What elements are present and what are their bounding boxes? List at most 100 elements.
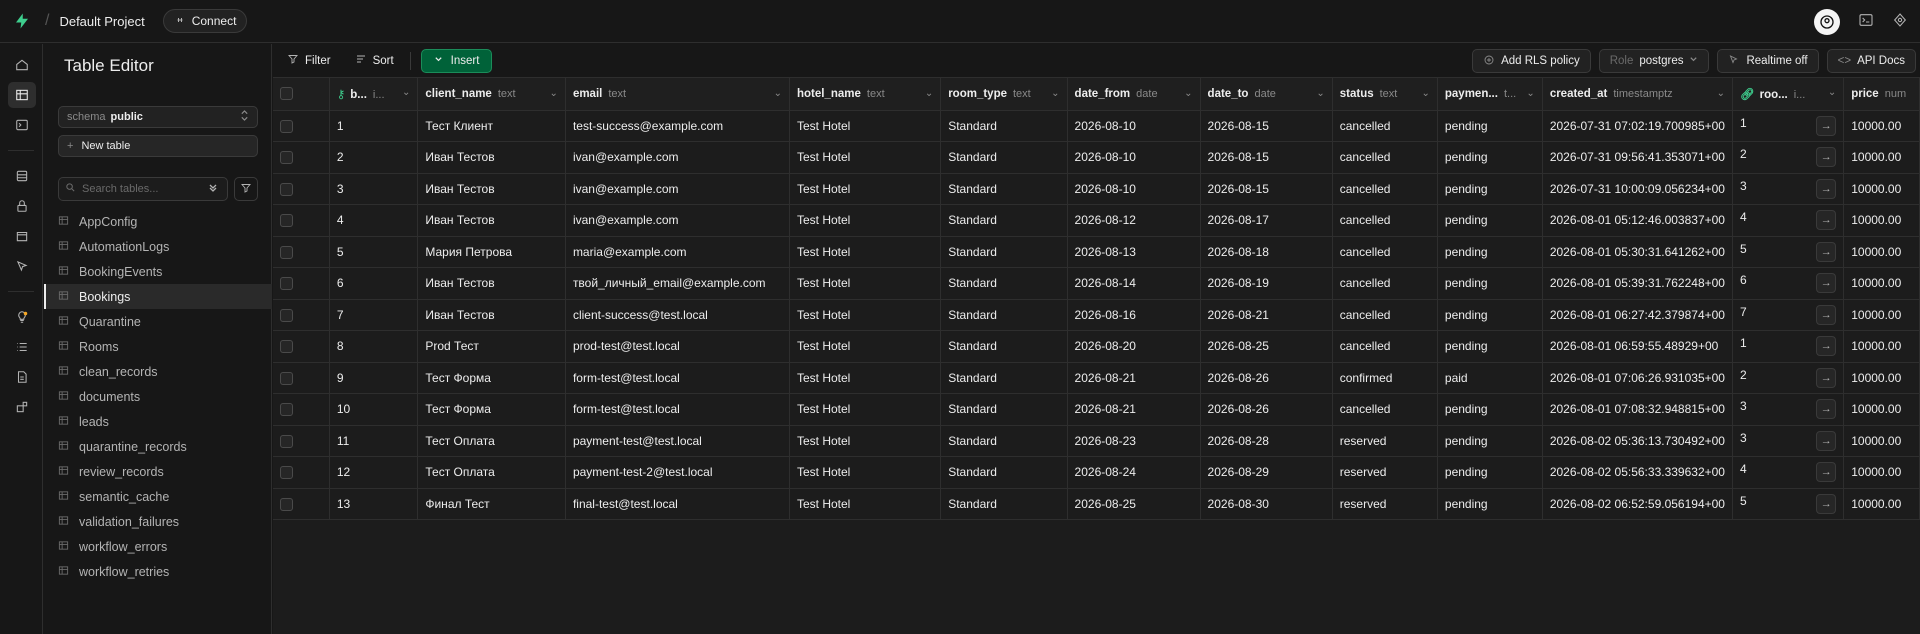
table-cell[interactable]: 10000.00	[1843, 393, 1920, 426]
table-cell[interactable]: 3 →	[1732, 173, 1845, 205]
table-cell[interactable]: 2026-08-12	[1067, 204, 1201, 237]
table-cell[interactable]: 3 →	[1732, 393, 1845, 426]
table-cell[interactable]: 2026-08-24	[1067, 456, 1201, 489]
table-cell[interactable]: Standard	[940, 110, 1068, 142]
table-cell[interactable]: 2026-08-21	[1067, 393, 1201, 426]
table-cell[interactable]: 2026-08-01 05:39:31.762248+00	[1542, 267, 1733, 300]
table-cell[interactable]: Standard	[940, 204, 1068, 237]
row-checkbox[interactable]	[280, 182, 293, 196]
table-cell[interactable]: 10000.00	[1843, 110, 1920, 142]
project-name[interactable]: Default Project	[59, 14, 144, 29]
table-cell[interactable]: Standard	[940, 330, 1068, 363]
table-cell[interactable]: payment-test@test.local	[565, 425, 790, 457]
table-cell[interactable]: 6 →	[1732, 267, 1845, 300]
table-cell[interactable]: ivan@example.com	[565, 204, 790, 237]
table-cell[interactable]: 2026-08-25	[1067, 488, 1201, 520]
connect-button[interactable]: Connect	[162, 9, 248, 33]
table-cell[interactable]: 2026-08-01 06:59:55.48929+00	[1542, 330, 1733, 363]
sidebar-table-item[interactable]: review_records	[44, 459, 272, 484]
arrow-right-icon[interactable]: →	[1816, 493, 1837, 514]
new-table-button[interactable]: + New table	[58, 135, 258, 157]
table-cell[interactable]: pending	[1437, 299, 1543, 331]
table-cell[interactable]: 2026-08-02 06:52:59.056194+00	[1542, 488, 1733, 520]
filter-tables-button[interactable]	[234, 177, 258, 201]
row-checkbox[interactable]	[280, 466, 293, 480]
row-checkbox-cell[interactable]	[273, 330, 330, 363]
sidebar-table-item[interactable]: leads	[44, 409, 272, 434]
column-header[interactable]: hotel_name text ⌄	[789, 78, 942, 111]
table-cell[interactable]: 2026-08-26	[1200, 393, 1333, 426]
arrow-right-icon[interactable]: →	[1816, 399, 1837, 420]
table-cell[interactable]: 2026-07-31 07:02:19.700985+00	[1542, 110, 1733, 142]
filter-button[interactable]: Filter	[277, 49, 341, 73]
table-cell[interactable]: pending	[1437, 488, 1543, 520]
table-cell[interactable]: 2026-08-01 05:30:31.641262+00	[1542, 236, 1733, 268]
table-cell[interactable]: 2026-08-01 05:12:46.003837+00	[1542, 204, 1733, 237]
table-cell[interactable]: Standard	[940, 141, 1068, 174]
table-row[interactable]: 12 Тест Оплата payment-test-2@test.local Te…	[273, 456, 1920, 489]
row-checkbox-cell[interactable]	[273, 267, 330, 300]
table-cell[interactable]: pending	[1437, 110, 1543, 142]
table-cell[interactable]: Тест Форма	[417, 362, 566, 394]
table-cell[interactable]: 2026-08-15	[1200, 173, 1333, 205]
row-checkbox[interactable]	[280, 497, 293, 511]
table-cell[interactable]: cancelled	[1332, 330, 1438, 363]
table-row[interactable]: 1 Тест Клиент test-success@example.com Test…	[273, 110, 1920, 142]
table-cell[interactable]: Standard	[940, 488, 1068, 520]
table-cell[interactable]: 2	[329, 141, 419, 174]
table-cell[interactable]: 2026-08-01 06:27:42.379874+00	[1542, 299, 1733, 331]
table-cell[interactable]: Иван Тестов	[417, 204, 566, 237]
arrow-right-icon[interactable]: →	[1816, 147, 1837, 168]
table-cell[interactable]: Standard	[940, 267, 1068, 300]
row-checkbox-cell[interactable]	[273, 236, 330, 268]
api-docs-icon[interactable]	[0, 362, 43, 392]
table-cell[interactable]: 2026-08-10	[1067, 110, 1201, 142]
database-icon[interactable]	[0, 161, 43, 191]
column-header[interactable]: room_type text ⌄	[940, 78, 1068, 111]
column-header[interactable]: date_from date ⌄	[1067, 78, 1201, 111]
column-header[interactable]: client_name text ⌄	[417, 78, 566, 111]
table-cell[interactable]: 2026-08-02 05:56:33.339632+00	[1542, 456, 1733, 489]
table-row[interactable]: 3 Иван Тестов ivan@example.com Test Hotel St…	[273, 173, 1920, 205]
row-checkbox-cell[interactable]	[273, 204, 330, 237]
table-cell[interactable]: Standard	[940, 393, 1068, 426]
table-cell[interactable]: 2026-08-14	[1067, 267, 1201, 300]
table-cell[interactable]: confirmed	[1332, 362, 1438, 394]
table-cell[interactable]: 10000.00	[1843, 141, 1920, 174]
column-header[interactable]: date_to date ⌄	[1200, 78, 1333, 111]
select-all-checkbox[interactable]	[280, 87, 293, 101]
table-cell[interactable]: Test Hotel	[789, 173, 942, 205]
table-row[interactable]: 6 Иван Тестов твой_личный_email@example.co…	[273, 267, 1920, 300]
lock-icon[interactable]	[0, 191, 43, 221]
table-cell[interactable]: Standard	[940, 299, 1068, 331]
chevron-down-icon[interactable]: ⌄	[1828, 87, 1836, 98]
table-cell[interactable]: Тест Оплата	[417, 425, 566, 457]
column-header[interactable]: created_at timestamptz ⌄	[1542, 78, 1733, 111]
table-cell[interactable]: pending	[1437, 425, 1543, 457]
table-cell[interactable]: Test Hotel	[789, 141, 942, 174]
table-row[interactable]: 11 Тест Оплата payment-test@test.local Test…	[273, 425, 1920, 457]
table-cell[interactable]: 2026-08-13	[1067, 236, 1201, 268]
sort-button[interactable]: Sort	[345, 49, 404, 73]
table-cell[interactable]: pending	[1437, 456, 1543, 489]
chevron-down-icon[interactable]: ⌄	[1184, 88, 1192, 99]
table-cell[interactable]: 2026-08-30	[1200, 488, 1333, 520]
table-cell[interactable]: Иван Тестов	[417, 299, 566, 331]
role-select[interactable]: Role postgres	[1598, 49, 1710, 73]
table-cell[interactable]: 2 →	[1732, 362, 1845, 394]
table-cell[interactable]: 2026-07-31 10:00:09.056234+00	[1542, 173, 1733, 205]
table-cell[interactable]: 2026-08-10	[1067, 141, 1201, 174]
schema-select[interactable]: schema public	[58, 106, 258, 128]
insert-button[interactable]: Insert	[420, 48, 493, 73]
table-cell[interactable]: 2026-08-16	[1067, 299, 1201, 331]
sidebar-table-item[interactable]: quarantine_records	[44, 434, 272, 459]
row-checkbox[interactable]	[280, 245, 293, 259]
row-checkbox-cell[interactable]	[273, 488, 330, 520]
sidebar-table-item[interactable]: Quarantine	[44, 309, 272, 334]
api-docs-button[interactable]: <> API Docs	[1826, 49, 1916, 73]
table-cell[interactable]: Мария Петрова	[417, 236, 566, 268]
table-cell[interactable]: 9	[329, 362, 419, 394]
table-row[interactable]: 2 Иван Тестов ivan@example.com Test Hotel St…	[273, 141, 1920, 174]
table-cell[interactable]: 10000.00	[1843, 204, 1920, 237]
table-cell[interactable]: test-success@example.com	[565, 110, 790, 142]
